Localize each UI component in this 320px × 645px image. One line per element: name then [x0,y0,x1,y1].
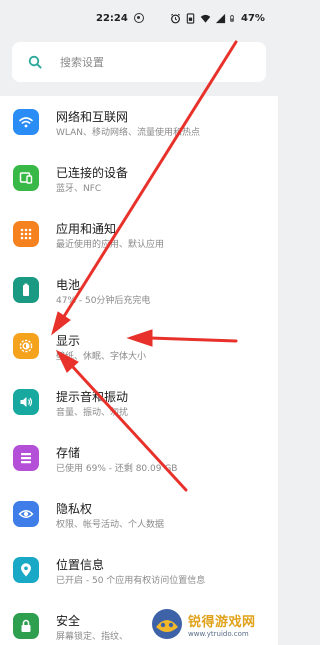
brightness-icon [13,333,39,359]
settings-item-subtitle: 音量、振动、勿扰 [56,408,129,418]
settings-item-subtitle: 壁纸、休眠、字体大小 [56,352,147,362]
settings-item-title: 提示音和振动 [56,390,129,404]
watermark-name: 锐得游戏网 [188,614,256,630]
settings-item-subtitle: 权限、帐号活动、个人数据 [56,520,165,530]
sim-icon [186,12,195,24]
settings-item-title: 已连接的设备 [56,166,129,180]
wifi-status-icon [200,14,211,23]
privacy-icon [13,501,39,527]
settings-item-location[interactable]: 位置信息 已开启 - 50 个应用有权访问位置信息 [0,544,278,600]
status-time: 22:24 [96,13,128,24]
settings-item-apps[interactable]: 应用和通知 最近使用的应用、默认应用 [0,208,278,264]
settings-item-title: 网络和互联网 [56,110,129,124]
settings-list: 网络和互联网 WLAN、移动网络、流量使用和热点 已连接的设备 蓝牙、NFC 应… [0,96,278,645]
apps-icon [13,221,39,247]
settings-item-subtitle: 47% - 50分钟后充完电 [56,296,151,306]
search-placeholder: 搜索设置 [60,56,104,69]
settings-item-title: 电池 [56,278,81,292]
signal-icon [215,13,226,23]
settings-item-title: 显示 [56,334,81,348]
settings-item-title: 位置信息 [56,558,105,572]
search-icon [18,55,52,69]
settings-item-subtitle: 屏幕锁定、指纹、 [56,632,129,642]
settings-item-sound[interactable]: 提示音和振动 音量、振动、勿扰 [0,376,278,432]
settings-item-privacy[interactable]: 隐私权 权限、帐号活动、个人数据 [0,488,278,544]
devices-icon [13,165,39,191]
lock-icon [13,613,39,639]
notification-dot-icon [134,13,144,23]
status-bar: 22:24 47% [0,0,278,36]
settings-item-storage[interactable]: 存储 已使用 69% - 还剩 80.09 GB [0,432,278,488]
settings-item-subtitle: 蓝牙、NFC [56,184,102,194]
volume-icon [13,389,39,415]
settings-item-title: 存储 [56,446,81,460]
watermark-logo-icon [150,607,184,641]
settings-item-title: 安全 [56,614,81,628]
alarm-icon [171,13,180,23]
battery-percent: 47% [241,12,265,24]
settings-item-subtitle: WLAN、移动网络、流量使用和热点 [56,128,201,138]
settings-item-title: 应用和通知 [56,222,117,236]
settings-item-title: 隐私权 [56,502,93,516]
settings-item-subtitle: 已使用 69% - 还剩 80.09 GB [56,464,178,474]
settings-item-subtitle: 最近使用的应用、默认应用 [56,240,165,250]
settings-item-display[interactable]: 显示 壁纸、休眠、字体大小 [0,320,278,376]
watermark-url: www.ytruido.com [188,629,249,638]
settings-item-subtitle: 已开启 - 50 个应用有权访问位置信息 [56,576,206,586]
settings-item-network[interactable]: 网络和互联网 WLAN、移动网络、流量使用和热点 [0,96,278,152]
search-bar[interactable]: 搜索设置 [12,42,266,82]
status-icons: 47% [170,11,265,25]
battery-icon [13,277,39,303]
battery-status-icon [230,14,234,22]
settings-item-connected-devices[interactable]: 已连接的设备 蓝牙、NFC [0,152,278,208]
settings-item-battery[interactable]: 电池 47% - 50分钟后充完电 [0,264,278,320]
location-icon [13,557,39,583]
site-watermark: 锐得游戏网 www.ytruido.com [150,605,276,643]
storage-icon [13,445,39,471]
wifi-icon [13,109,39,135]
